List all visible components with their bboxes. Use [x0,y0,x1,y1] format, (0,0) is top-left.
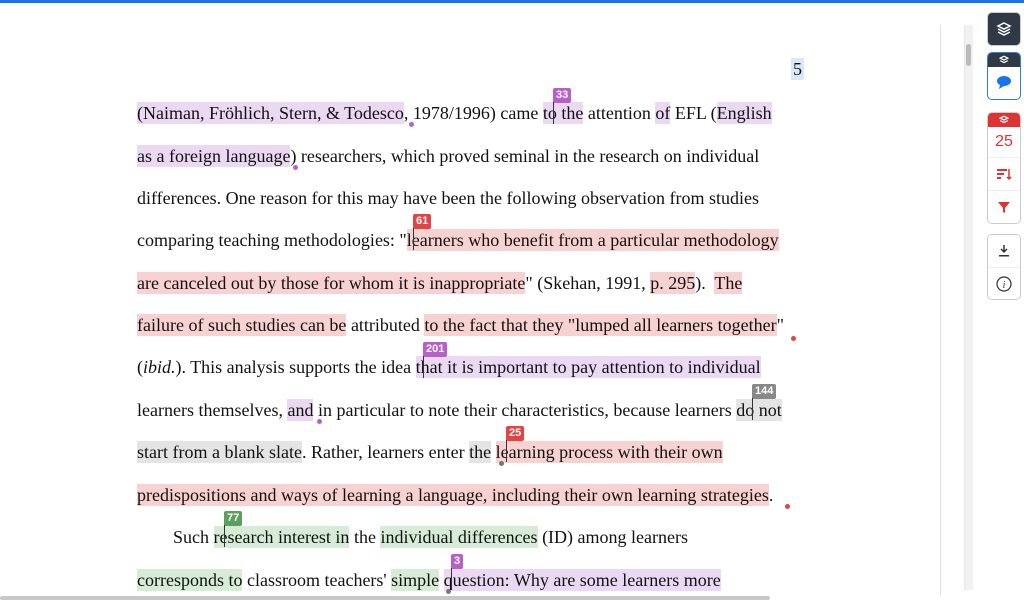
text-line: start from a blank slate. Rather, learne… [137,440,723,464]
comment-icon[interactable] [988,67,1020,97]
annotation-badge[interactable]: 77 [224,511,243,526]
annotation-badge[interactable]: 144 [752,384,777,399]
highlight-span[interactable]: do not [736,399,782,421]
text-line: (Naiman, Fröhlich, Stern, & Todesco, 197… [137,101,772,125]
text-segment: attention [583,103,656,123]
scrollbar-thumb[interactable] [966,44,971,66]
highlight-span[interactable]: (Naiman, Fröhlich, Stern, & Todesco [137,102,404,124]
page-number: 5 [791,58,804,80]
annotation-badge[interactable]: 33 [553,88,572,103]
layers-button[interactable] [987,12,1021,46]
anchor-dot[interactable] [499,461,504,466]
highlight-span[interactable]: English [716,102,772,124]
highlight-span[interactable]: the [469,441,492,463]
highlight-span[interactable]: to the [542,102,584,124]
text-segment: EFL ( [670,103,717,123]
text-segment: attributed [346,315,425,335]
text-segment: . Rather, learners enter [301,442,470,462]
text-segment: ). This analysis supports the idea [175,357,416,377]
text-line: are canceled out by those for whom it is… [137,271,743,295]
text-segment: the [349,527,381,547]
text-segment: " (Skehan, 1991, [525,273,651,293]
annotation-caret [553,102,554,124]
vertical-scrollbar[interactable] [964,25,973,590]
italic-text: ibid. [143,357,176,377]
highlight-span[interactable]: of [655,102,671,124]
annotation-caret [224,525,225,547]
text-segment: differences. One reason for this may hav… [137,188,759,208]
annotation-badge[interactable]: 25 [506,426,525,441]
annotation-badge[interactable]: 3 [451,554,464,569]
text-line: predispositions and ways of learning a l… [137,483,773,507]
highlight-span[interactable]: to the fact that they "lumped all learne… [424,314,777,336]
text-line: corresponds to classroom teachers' simpl… [137,568,721,592]
text-segment: in particular to note their characterist… [313,400,737,420]
sort-icon[interactable] [988,157,1020,190]
text-segment: classroom teachers' [242,570,392,590]
text-line: failure of such studies can be attribute… [137,313,784,337]
text-segment: . [768,485,774,505]
anchor-dot[interactable] [409,122,414,127]
annotation-count: 25 [995,133,1013,150]
highlight-span[interactable]: simple [391,569,440,591]
annotation-caret [451,568,452,590]
highlight-span[interactable]: predispositions and ways of learning a l… [137,484,769,506]
text-segment: Such [137,527,214,547]
annotation-badge[interactable]: 61 [413,214,432,229]
annotation-panel: 25 [987,112,1021,224]
text-segment [491,442,496,462]
comment-group[interactable] [987,52,1021,100]
annotation-layers-icon [988,113,1020,127]
highlight-span[interactable]: corresponds to [137,569,243,591]
anchor-dot[interactable] [293,165,298,170]
anchor-dot[interactable] [791,336,796,341]
page-divider [940,25,941,595]
annotation-caret [752,398,753,420]
anchor-dot[interactable] [785,504,790,509]
text-line: comparing teaching methodologies: "learn… [137,228,779,252]
highlight-span[interactable]: individual differences [380,526,538,548]
highlight-span[interactable]: and [287,399,314,421]
text-segment: (ID) among learners [537,527,688,547]
text-segment [439,570,444,590]
highlight-span[interactable]: research interest in [213,526,350,548]
anchor-dot[interactable] [317,419,322,424]
text-line: as a foreign language) researchers, whic… [137,144,759,168]
utility-panel: i [987,234,1021,300]
download-icon[interactable] [988,235,1020,267]
highlight-span[interactable]: The [714,272,743,294]
info-icon[interactable]: i [988,267,1020,300]
highlight-span[interactable]: p. 295 [650,272,696,294]
text-segment: learners themselves, [137,400,288,420]
annotation-badge[interactable]: 201 [423,342,448,357]
annotation-caret [413,228,414,250]
annotation-caret [423,356,424,378]
text-line: (ibid.). This analysis supports the idea… [137,355,761,379]
layers-icon [988,13,1020,45]
anchor-dot[interactable] [446,589,451,594]
horizontal-scrollbar[interactable] [0,596,770,600]
highlight-span[interactable]: learners who benefit from a particular m… [406,229,779,251]
highlight-span[interactable]: question: Why are some learners more [443,569,721,591]
highlight-span[interactable]: as a foreign language [137,145,291,167]
text-segment: " [776,315,784,335]
highlight-span[interactable]: that it is important to pay attention to… [415,356,761,378]
text-segment: comparing teaching methodologies: " [137,230,407,250]
comment-layers-icon [988,53,1020,67]
annotation-caret [506,440,507,462]
document-page [0,3,940,601]
highlight-span[interactable]: are canceled out by those for whom it is… [137,272,526,294]
text-segment: ). [695,273,715,293]
text-segment: , 1978/1996) came [403,103,543,123]
highlight-span[interactable]: learning process with their own [495,441,723,463]
text-line: learners themselves, and in particular t… [137,398,782,422]
highlight-span[interactable]: start from a blank slate [137,441,302,463]
text-segment: ) researchers, which proved seminal in t… [290,146,760,166]
text-line: Such research interest in the individual… [137,525,688,549]
text-line: differences. One reason for this may hav… [137,186,759,210]
filter-icon[interactable] [988,190,1020,223]
svg-text:i: i [1003,280,1006,291]
highlight-span[interactable]: failure of such studies can be [137,314,347,336]
